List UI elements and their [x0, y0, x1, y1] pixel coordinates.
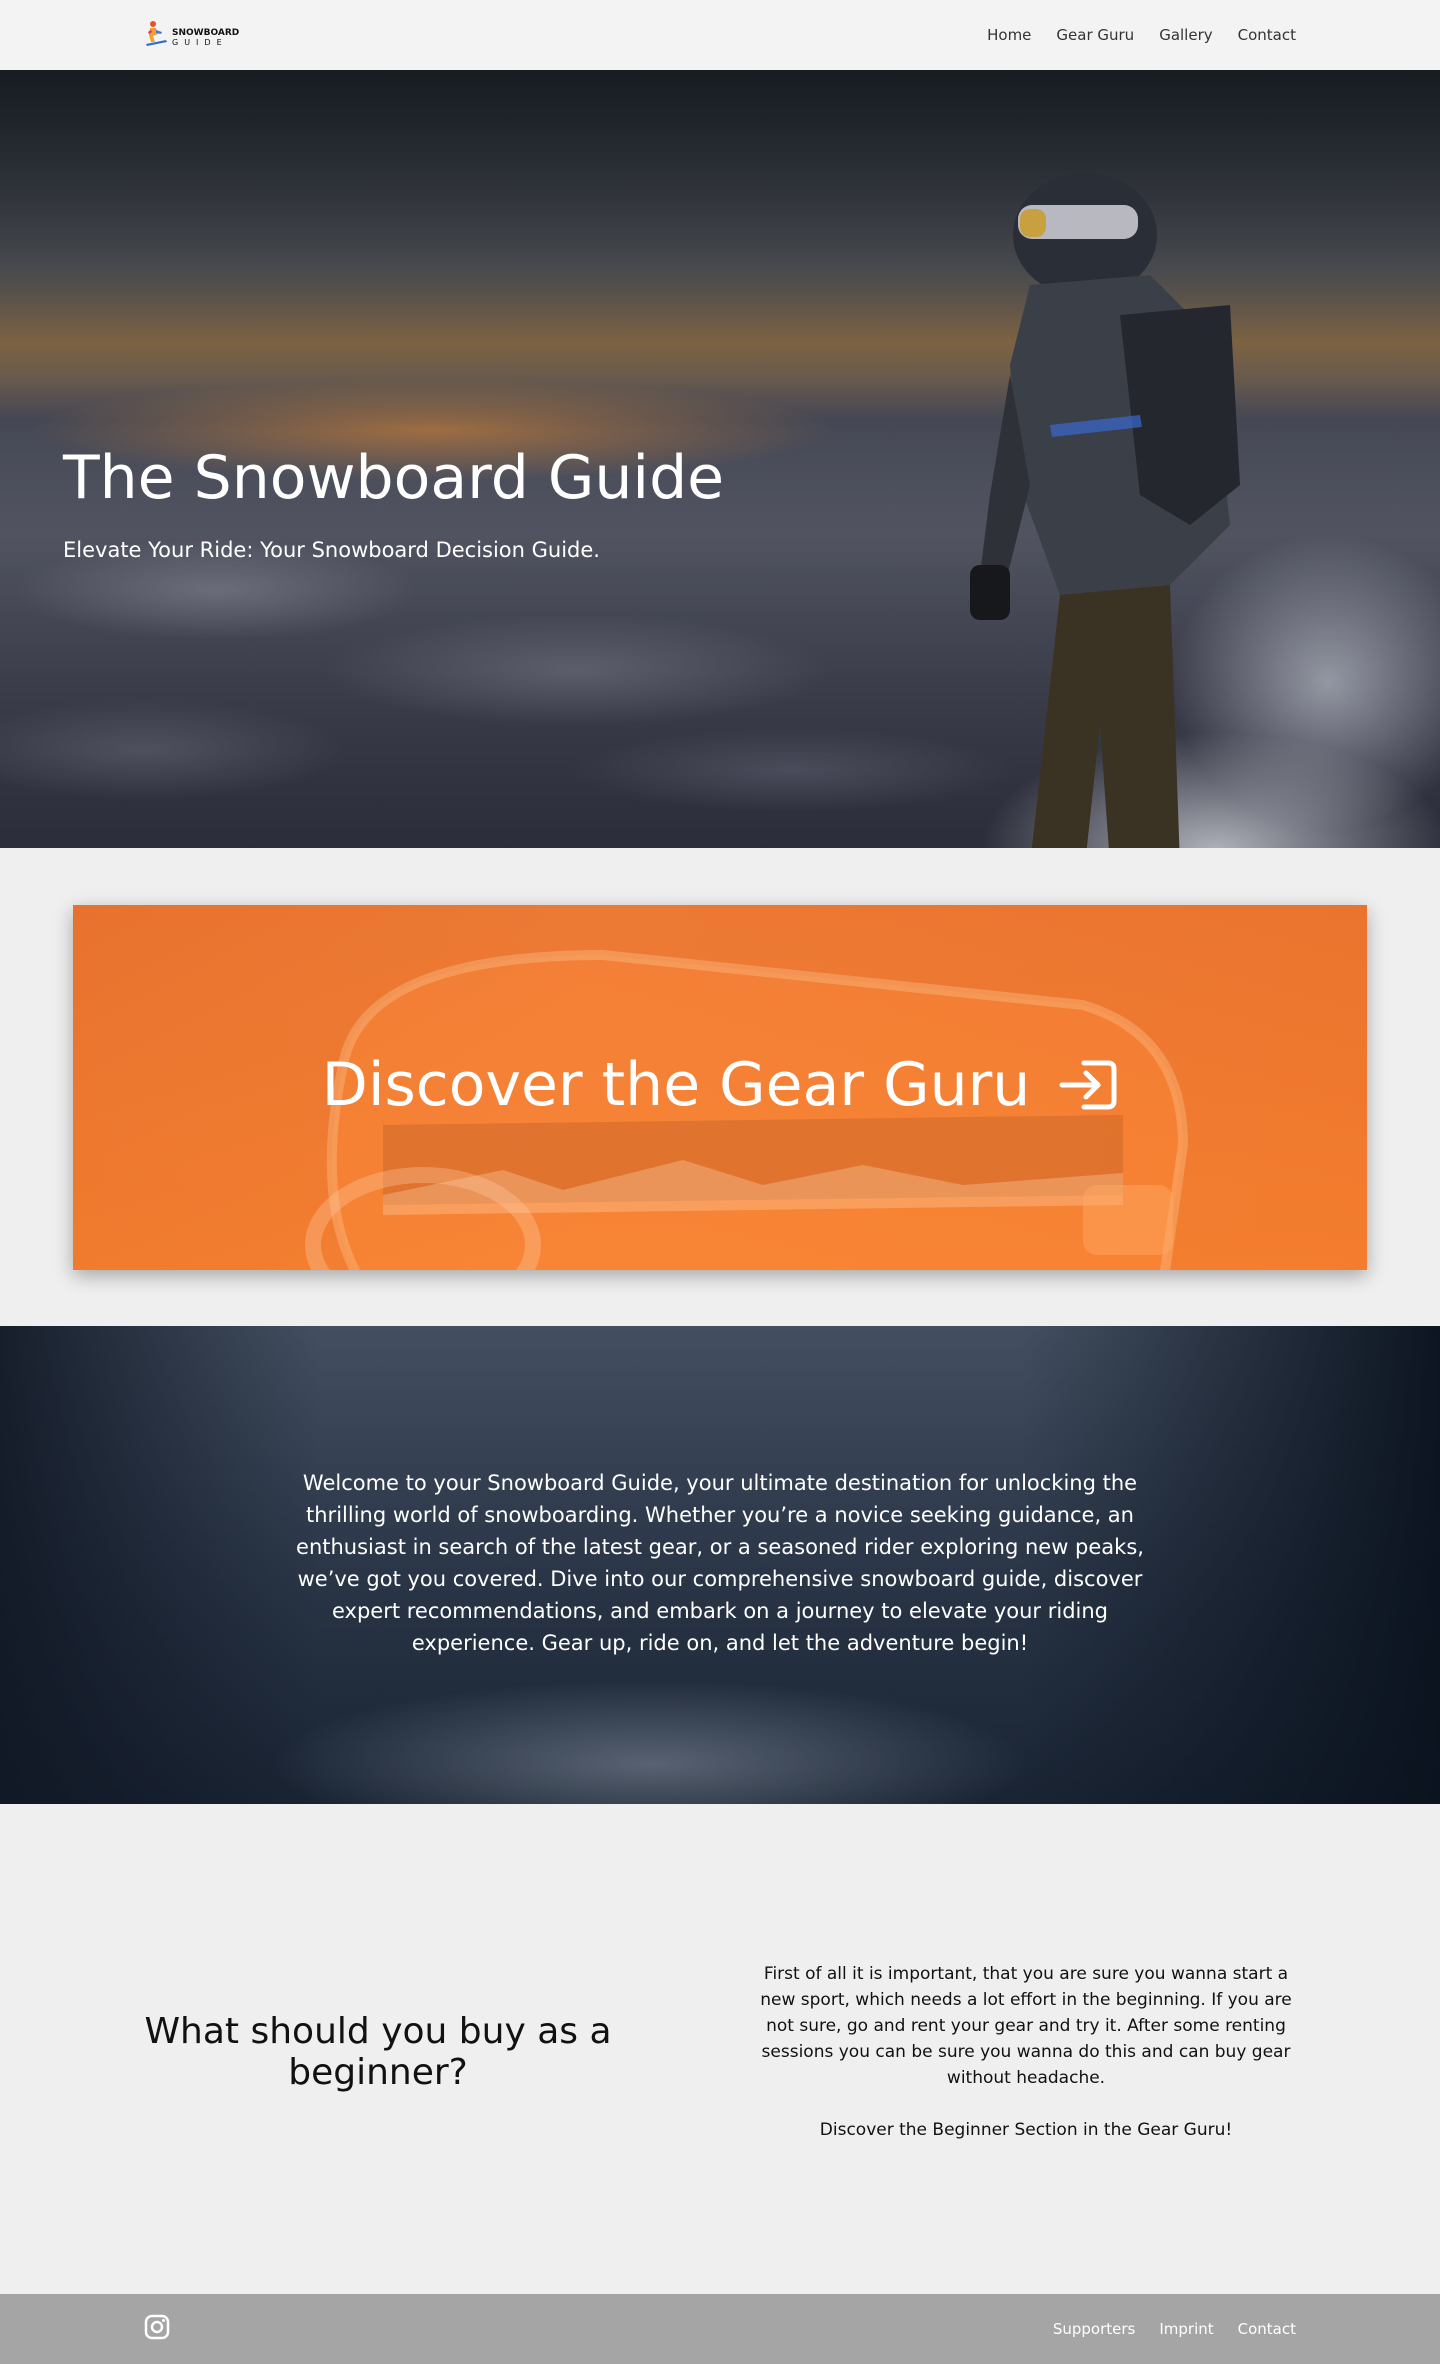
- beginner-section: What should you buy as a beginner? First…: [0, 1804, 1440, 2290]
- instagram-icon: [144, 2314, 170, 2339]
- nav-contact[interactable]: Contact: [1238, 26, 1296, 44]
- logo-text: SNOWBOARD GUIDE: [172, 29, 239, 47]
- instagram-link[interactable]: [144, 2314, 170, 2345]
- footer-link-imprint[interactable]: Imprint: [1159, 2320, 1213, 2338]
- login-arrow-icon: [1059, 1060, 1117, 1109]
- nav-gear-guru[interactable]: Gear Guru: [1056, 26, 1134, 44]
- beginner-paragraph: First of all it is important, that you a…: [760, 1964, 1292, 2088]
- nav-home[interactable]: Home: [987, 26, 1031, 44]
- hero-section: The Snowboard Guide Elevate Your Ride: Y…: [0, 70, 1440, 848]
- beginner-cta-text: Discover the Beginner Section in the Gea…: [819, 2120, 1233, 2140]
- snowboarder-figure-image: [970, 173, 1240, 848]
- site-header: SNOWBOARD GUIDE Home Gear Guru Gallery C…: [0, 0, 1440, 70]
- cta-label-text: Discover the Gear Guru: [321, 1049, 1031, 1120]
- hero-subtitle: Elevate Your Ride: Your Snowboard Decisi…: [63, 538, 600, 562]
- snowboarder-logo-icon: [146, 21, 167, 46]
- footer-link-supporters[interactable]: Supporters: [1053, 2320, 1136, 2338]
- logo-text-top: SNOWBOARD: [172, 28, 240, 38]
- logo-text-bottom: GUIDE: [172, 38, 228, 47]
- beginner-heading: What should you buy as a beginner?: [144, 2011, 612, 2093]
- footer-nav: Supporters Imprint Contact: [1053, 2320, 1296, 2338]
- site-logo[interactable]: SNOWBOARD GUIDE: [144, 20, 239, 50]
- cta-wrapper: Discover the Gear Guru: [0, 848, 1440, 1326]
- hero-text: The Snowboard Guide Elevate Your Ride: Y…: [63, 442, 724, 562]
- site-footer: Supporters Imprint Contact: [0, 2294, 1440, 2364]
- beginner-text-column: First of all it is important, that you a…: [756, 1961, 1296, 2143]
- footer-link-contact[interactable]: Contact: [1238, 2320, 1296, 2338]
- gear-guru-cta-button[interactable]: Discover the Gear Guru: [73, 905, 1367, 1270]
- main-nav: Home Gear Guru Gallery Contact: [987, 26, 1296, 44]
- hero-title: The Snowboard Guide: [63, 443, 725, 513]
- nav-gallery[interactable]: Gallery: [1159, 26, 1212, 44]
- cta-label: Discover the Gear Guru: [322, 1050, 1119, 1120]
- welcome-text: Welcome to your Snowboard Guide, your ul…: [296, 1471, 1144, 1655]
- beginner-heading-column: What should you buy as a beginner?: [0, 2011, 756, 2093]
- welcome-section: Welcome to your Snowboard Guide, your ul…: [0, 1326, 1440, 1804]
